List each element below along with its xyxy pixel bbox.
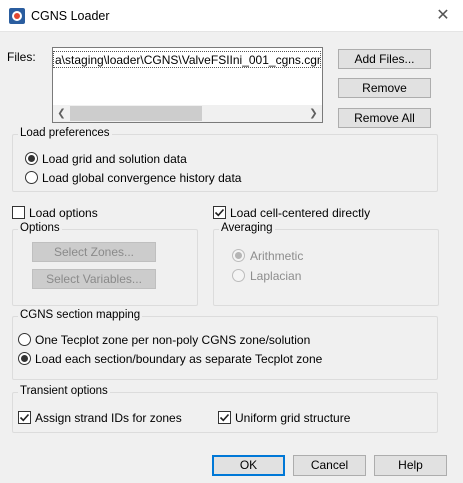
help-button[interactable]: Help — [374, 455, 447, 476]
strand-ids-checkbox[interactable] — [18, 411, 31, 424]
title-bar: CGNS Loader ✕ — [0, 0, 463, 32]
options-group-title: Options — [18, 222, 62, 234]
load-convergence-label: Load global convergence history data — [42, 171, 242, 185]
files-label: Files: — [7, 50, 36, 64]
uniform-grid-label: Uniform grid structure — [235, 411, 351, 425]
checkmark-icon — [214, 208, 225, 217]
scroll-right-icon[interactable]: ❯ — [305, 105, 322, 122]
scroll-left-icon[interactable]: ❮ — [53, 105, 70, 122]
laplacian-radio[interactable] — [232, 269, 245, 282]
section-mapping-title: CGNS section mapping — [18, 309, 143, 321]
laplacian-label: Laplacian — [250, 269, 302, 283]
close-icon[interactable]: ✕ — [433, 6, 453, 26]
load-cell-centered-checkbox[interactable] — [213, 206, 226, 219]
load-convergence-radio[interactable] — [25, 171, 38, 184]
one-zone-per-label: One Tecplot zone per non-poly CGNS zone/… — [35, 333, 311, 347]
arithmetic-radio[interactable] — [232, 249, 245, 262]
strand-ids-label: Assign strand IDs for zones — [35, 411, 182, 425]
file-list-item[interactable]: a\staging\loader\CGNS\ValveFSIIni_001_cg… — [53, 51, 321, 68]
uniform-grid-checkbox[interactable] — [218, 411, 231, 424]
separate-zone-radio[interactable] — [18, 352, 31, 365]
cancel-button[interactable]: Cancel — [293, 455, 366, 476]
load-preferences-title: Load preferences — [18, 127, 112, 139]
checkmark-icon — [219, 413, 230, 422]
load-grid-solution-label: Load grid and solution data — [42, 152, 187, 166]
select-variables-button[interactable]: Select Variables... — [32, 269, 156, 289]
section-mapping-group — [12, 316, 438, 380]
window-title: CGNS Loader — [31, 9, 110, 23]
select-zones-button[interactable]: Select Zones... — [32, 242, 156, 262]
remove-all-button[interactable]: Remove All — [338, 108, 431, 128]
load-options-label: Load options — [29, 206, 98, 220]
one-zone-per-radio[interactable] — [18, 333, 31, 346]
averaging-group-title: Averaging — [219, 222, 275, 234]
ok-button[interactable]: OK — [212, 455, 285, 476]
tecplot-app-icon — [9, 8, 25, 24]
transient-options-title: Transient options — [18, 385, 110, 397]
file-list-scrollbar[interactable]: ❮ ❯ — [53, 105, 322, 122]
add-files-button[interactable]: Add Files... — [338, 49, 431, 69]
remove-button[interactable]: Remove — [338, 78, 431, 98]
load-options-checkbox[interactable] — [12, 206, 25, 219]
arithmetic-label: Arithmetic — [250, 249, 304, 263]
scrollbar-thumb[interactable] — [70, 106, 202, 121]
separate-zone-label: Load each section/boundary as separate T… — [35, 352, 323, 366]
load-cell-centered-label: Load cell-centered directly — [230, 206, 371, 220]
load-grid-solution-radio[interactable] — [25, 152, 38, 165]
file-list[interactable]: a\staging\loader\CGNS\ValveFSIIni_001_cg… — [52, 47, 323, 123]
checkmark-icon — [19, 413, 30, 422]
averaging-group — [213, 229, 439, 306]
options-group — [12, 229, 198, 306]
